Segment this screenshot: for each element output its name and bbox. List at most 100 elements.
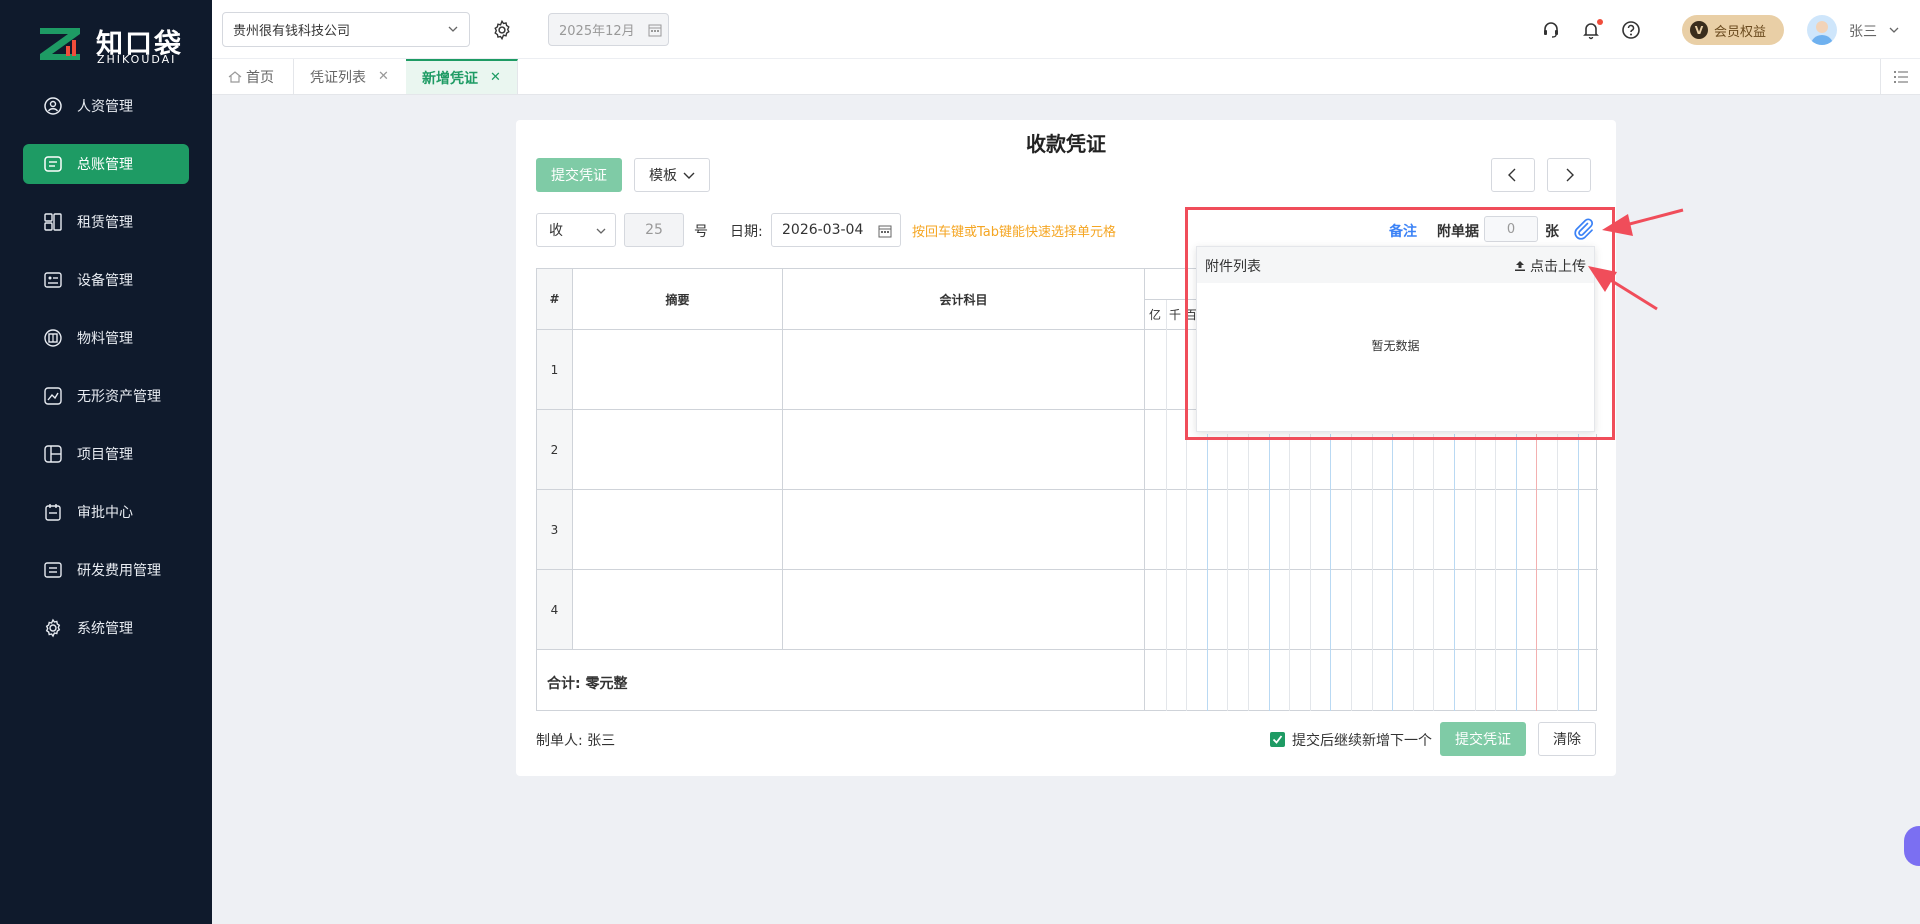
brand-logo[interactable]: 知口袋 ZHIKOUDAI bbox=[36, 20, 186, 70]
list-icon bbox=[1893, 70, 1908, 83]
tab-voucher-list[interactable]: 凭证列表 ✕ bbox=[294, 59, 418, 94]
sidebar-item-9[interactable]: 系统管理 bbox=[23, 608, 189, 648]
column-header-summary: 摘要 bbox=[573, 269, 783, 330]
tab-home[interactable]: 首页 bbox=[212, 59, 294, 94]
sidebar: 知口袋 ZHIKOUDAI 人资管理总账管理租赁管理设备管理物料管理无形资产管理… bbox=[0, 0, 212, 924]
row-index: 3 bbox=[537, 490, 573, 570]
clear-button[interactable]: 清除 bbox=[1538, 722, 1596, 756]
user-circle-icon bbox=[43, 96, 63, 116]
box-icon bbox=[43, 328, 63, 348]
sidebar-item-5[interactable]: 无形资产管理 bbox=[23, 376, 189, 416]
sidebar-item-label: 总账管理 bbox=[77, 157, 133, 173]
template-label: 模板 bbox=[649, 168, 677, 184]
ledger-icon bbox=[43, 154, 63, 174]
row-account-cell[interactable] bbox=[783, 410, 1145, 490]
voucher-type-select[interactable]: 收 bbox=[536, 213, 616, 247]
sidebar-item-4[interactable]: 物料管理 bbox=[23, 318, 189, 358]
rd-icon bbox=[43, 560, 63, 580]
sidebar-item-label: 系统管理 bbox=[77, 621, 133, 637]
close-icon[interactable]: ✕ bbox=[490, 70, 501, 85]
sidebar-item-0[interactable]: 人资管理 bbox=[23, 86, 189, 126]
device-icon bbox=[43, 270, 63, 290]
vip-label: 会员权益 bbox=[1714, 24, 1767, 40]
help-icon[interactable] bbox=[1621, 20, 1641, 40]
submit-voucher-button-bottom[interactable]: 提交凭证 bbox=[1440, 722, 1526, 756]
number-suffix: 号 bbox=[694, 224, 708, 240]
prev-voucher-button[interactable] bbox=[1491, 158, 1535, 192]
next-voucher-button[interactable] bbox=[1547, 158, 1591, 192]
home-icon bbox=[228, 70, 242, 83]
row-index: 2 bbox=[537, 410, 573, 490]
approval-icon bbox=[43, 502, 63, 522]
avatar-person-icon bbox=[1811, 21, 1833, 45]
sidebar-item-label: 人资管理 bbox=[77, 99, 133, 115]
row-index: 4 bbox=[537, 570, 573, 650]
top-header: 贵州很有钱科技公司 2025年12月 V 会员权益 张三 bbox=[212, 0, 1920, 59]
continue-label[interactable]: 提交后继续新增下一个 bbox=[1292, 730, 1432, 750]
row-account-cell[interactable] bbox=[783, 570, 1145, 650]
continue-checkbox[interactable] bbox=[1270, 732, 1285, 747]
chevron-left-icon bbox=[1508, 168, 1516, 182]
user-menu-chevron-icon[interactable] bbox=[1888, 24, 1900, 36]
chat-widget-button[interactable] bbox=[1904, 826, 1920, 866]
sidebar-item-8[interactable]: 研发费用管理 bbox=[23, 550, 189, 590]
chevron-down-icon bbox=[683, 172, 695, 179]
vip-benefits-button[interactable]: V 会员权益 bbox=[1682, 15, 1784, 45]
sidebar-item-label: 物料管理 bbox=[77, 331, 133, 347]
headset-icon[interactable] bbox=[1541, 20, 1561, 40]
company-select[interactable]: 贵州很有钱科技公司 bbox=[222, 12, 470, 47]
sidebar-item-1[interactable]: 总账管理 bbox=[23, 144, 189, 184]
period-value: 2025年12月 bbox=[559, 24, 635, 39]
sidebar-item-6[interactable]: 项目管理 bbox=[23, 434, 189, 474]
row-account-cell[interactable] bbox=[783, 490, 1145, 570]
notification-dot bbox=[1597, 19, 1603, 25]
asset-icon bbox=[43, 386, 63, 406]
row-summary-cell[interactable] bbox=[573, 570, 783, 650]
project-icon bbox=[43, 444, 63, 464]
sidebar-item-3[interactable]: 设备管理 bbox=[23, 260, 189, 300]
sidebar-item-7[interactable]: 审批中心 bbox=[23, 492, 189, 532]
sidebar-item-2[interactable]: 租赁管理 bbox=[23, 202, 189, 242]
row-account-cell[interactable] bbox=[783, 330, 1145, 410]
chevron-down-icon bbox=[596, 228, 606, 234]
sidebar-item-label: 项目管理 bbox=[77, 447, 133, 463]
row-summary-cell[interactable] bbox=[573, 410, 783, 490]
sidebar-item-label: 无形资产管理 bbox=[77, 389, 161, 405]
tab-label: 凭证列表 bbox=[310, 69, 366, 86]
row-summary-cell[interactable] bbox=[573, 490, 783, 570]
close-icon[interactable]: ✕ bbox=[378, 69, 389, 84]
logo-mark-icon bbox=[40, 28, 80, 60]
column-header-index: # bbox=[537, 269, 573, 330]
row-index: 1 bbox=[537, 330, 573, 410]
template-dropdown[interactable]: 模板 bbox=[634, 158, 710, 192]
tab-new-voucher[interactable]: 新增凭证 ✕ bbox=[406, 59, 518, 94]
date-picker[interactable]: 2026-03-04 bbox=[771, 213, 901, 247]
digit-qian: 千 bbox=[1165, 300, 1185, 330]
voucher-number-input[interactable]: 25 bbox=[624, 213, 684, 247]
brand-name-en: ZHIKOUDAI bbox=[97, 53, 177, 66]
submit-voucher-button[interactable]: 提交凭证 bbox=[536, 158, 622, 192]
vip-badge-icon: V bbox=[1690, 21, 1708, 39]
maker-info: 制单人: 张三 bbox=[536, 730, 615, 750]
total-label: 合计: bbox=[547, 676, 581, 692]
tab-label: 首页 bbox=[246, 69, 274, 86]
row-summary-cell[interactable] bbox=[573, 330, 783, 410]
tabs-menu-button[interactable] bbox=[1880, 59, 1920, 94]
settings-gear-icon[interactable] bbox=[491, 19, 513, 41]
calendar-icon bbox=[878, 225, 892, 238]
sidebar-menu: 人资管理总账管理租赁管理设备管理物料管理无形资产管理 项目管理审批中心研发费用管理… bbox=[0, 86, 212, 666]
sidebar-item-label: 研发费用管理 bbox=[77, 563, 161, 579]
user-name[interactable]: 张三 bbox=[1849, 21, 1877, 41]
chevron-right-icon bbox=[1566, 168, 1574, 182]
digit-divider bbox=[1165, 300, 1167, 711]
chevron-down-icon bbox=[448, 26, 458, 32]
maker-name: 张三 bbox=[587, 733, 616, 749]
page-title: 收款凭证 bbox=[1026, 132, 1106, 156]
sidebar-item-label: 审批中心 bbox=[77, 505, 133, 521]
lease-icon bbox=[43, 212, 63, 232]
total-value: 零元整 bbox=[585, 676, 628, 692]
period-picker[interactable]: 2025年12月 bbox=[548, 13, 669, 46]
date-label: 日期: bbox=[730, 224, 763, 240]
avatar[interactable] bbox=[1807, 15, 1837, 45]
column-header-account: 会计科目 bbox=[783, 269, 1145, 330]
